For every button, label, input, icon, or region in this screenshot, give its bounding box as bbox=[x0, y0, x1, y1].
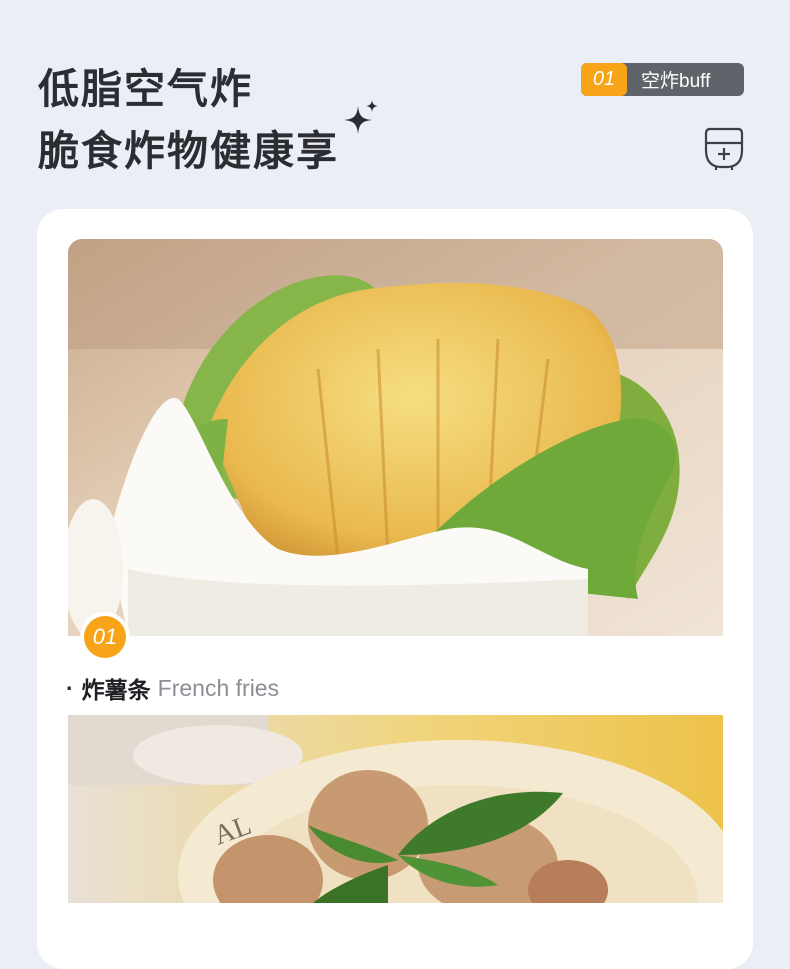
headline-line-1: 低脂空气炸 bbox=[38, 66, 253, 112]
item-caption: · 炸薯条 French fries bbox=[66, 671, 279, 705]
tag-label: 空炸buff bbox=[641, 71, 711, 92]
section-tag: 01 空炸buff bbox=[581, 63, 744, 96]
item-name-zh: 炸薯条 bbox=[81, 677, 151, 703]
item-name-en: French fries bbox=[157, 674, 280, 701]
item-badge-number: 01 bbox=[84, 616, 126, 658]
item-badge: 01 bbox=[80, 612, 130, 662]
french-fries-photo bbox=[68, 239, 723, 636]
tag-number: 01 bbox=[581, 63, 627, 96]
sparkle-icon bbox=[344, 100, 378, 134]
bullet: · bbox=[66, 674, 74, 701]
headline: 低脂空气炸 脆食炸物健康享 bbox=[38, 58, 339, 182]
fried-chicken-photo: AL bbox=[68, 715, 723, 903]
air-fryer-icon bbox=[704, 127, 744, 170]
headline-line-2: 脆食炸物健康享 bbox=[38, 128, 339, 174]
